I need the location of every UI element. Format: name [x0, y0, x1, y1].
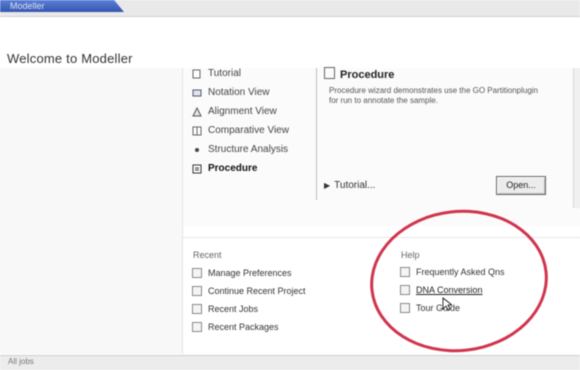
recent-item[interactable]: Recent Packages [192, 318, 306, 336]
nav-item-procedure[interactable]: Procedure [192, 159, 289, 178]
arrow-right-icon: ▶ [324, 181, 331, 190]
tutorial-link-label: Tutorial... [334, 180, 376, 191]
procedure-title: Procedure [324, 67, 394, 81]
status-bar: All jobs [0, 355, 580, 370]
nav-item-label: Procedure [208, 163, 258, 174]
recent-item[interactable]: Recent Jobs [192, 300, 306, 318]
procedure-icon [192, 164, 202, 174]
open-button[interactable]: Open... [496, 176, 546, 195]
recent-item[interactable]: Continue Recent Project [192, 282, 306, 300]
nav-item-label: Notation View [208, 87, 270, 98]
procedure-title-text: Procedure [340, 69, 395, 81]
recent-item[interactable]: Manage Preferences [192, 264, 306, 282]
window-tab-label: Modeller [10, 1, 45, 11]
nav-list: Tutorial Notation View Alignment View Co… [192, 64, 289, 178]
alignment-icon [192, 106, 202, 117]
mouse-pointer-icon [442, 297, 454, 316]
vertical-scrollbar[interactable] [573, 68, 580, 208]
project-icon [192, 286, 202, 296]
compare-icon [192, 126, 202, 136]
nav-item-label: Alignment View [208, 106, 277, 117]
nav-item-label: Comparative View [208, 125, 289, 136]
view-icon [192, 88, 202, 98]
nav-item-alignment-view[interactable]: Alignment View [192, 102, 289, 121]
tutorial-link[interactable]: ▶ Tutorial... [324, 180, 375, 191]
page-title: Welcome to Modeller [7, 51, 133, 66]
recent-heading: Recent [193, 250, 222, 260]
jobs-icon [192, 304, 202, 314]
package-icon [192, 322, 202, 332]
nav-item-comparative-view[interactable]: Comparative View [192, 121, 289, 140]
bullet-icon [195, 147, 199, 152]
panel-divider [316, 68, 317, 200]
status-text: All jobs [8, 357, 34, 366]
title-bar: Modeller [0, 0, 580, 17]
procedure-description: Procedure wizard demonstrates use the GO… [329, 86, 538, 105]
nav-item-label: Tutorial [208, 68, 241, 79]
recent-list: Manage Preferences Continue Recent Proje… [192, 264, 306, 336]
window-tab[interactable]: Modeller [0, 0, 124, 12]
nav-item-tutorial[interactable]: Tutorial [192, 64, 289, 83]
left-panel [0, 68, 183, 354]
nav-item-notation-view[interactable]: Notation View [192, 83, 289, 102]
nav-item-structure-analysis[interactable]: Structure Analysis [192, 140, 289, 159]
procedure-icon [324, 67, 335, 79]
nav-item-label: Structure Analysis [208, 144, 289, 155]
document-icon [192, 69, 202, 79]
preferences-icon [192, 268, 202, 278]
